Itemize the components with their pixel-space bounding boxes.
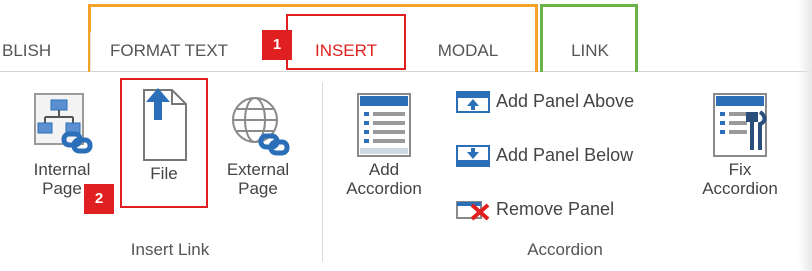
tab-format-text[interactable]: FORMAT TEXT xyxy=(96,30,286,72)
external-page-button[interactable]: External Page xyxy=(212,90,304,198)
file-upload-icon xyxy=(143,88,187,161)
internal-page-button[interactable]: Internal Page xyxy=(22,90,102,198)
group-label-insert-link: Insert Link xyxy=(130,240,210,259)
remove-panel-button[interactable]: Remove Panel xyxy=(456,194,686,224)
tab-modal[interactable]: MODAL xyxy=(406,30,530,72)
file-button[interactable]: File xyxy=(124,82,204,183)
accordion-list-icon xyxy=(357,93,411,157)
ribbon-tab-strip: BLISH FORMAT TEXT INSERT MODAL LINK xyxy=(0,0,812,72)
ribbon-edge-shadow xyxy=(798,0,812,271)
step-badge-2: 2 xyxy=(84,184,114,214)
tab-publish[interactable]: BLISH xyxy=(0,30,70,72)
add-accordion-button[interactable]: Add Accordion xyxy=(334,90,434,198)
sitemap-link-icon xyxy=(34,93,93,154)
group-label-accordion: Accordion xyxy=(527,240,603,259)
accordion-tools-icon xyxy=(713,93,767,157)
tab-insert-label-overlay: INSERT xyxy=(314,41,378,60)
tab-link[interactable]: LINK xyxy=(545,30,635,72)
panel-below-icon xyxy=(456,145,490,167)
fix-accordion-button[interactable]: Fix Accordion xyxy=(690,90,790,198)
add-panel-above-button[interactable]: Add Panel Above xyxy=(456,86,686,116)
panel-above-icon xyxy=(456,91,490,113)
tab-divider xyxy=(90,32,91,72)
globe-link-icon xyxy=(232,97,290,156)
remove-panel-icon xyxy=(456,201,490,221)
add-panel-below-button[interactable]: Add Panel Below xyxy=(456,140,686,170)
step-badge-1: 1 xyxy=(262,30,292,60)
group-divider xyxy=(322,82,323,262)
